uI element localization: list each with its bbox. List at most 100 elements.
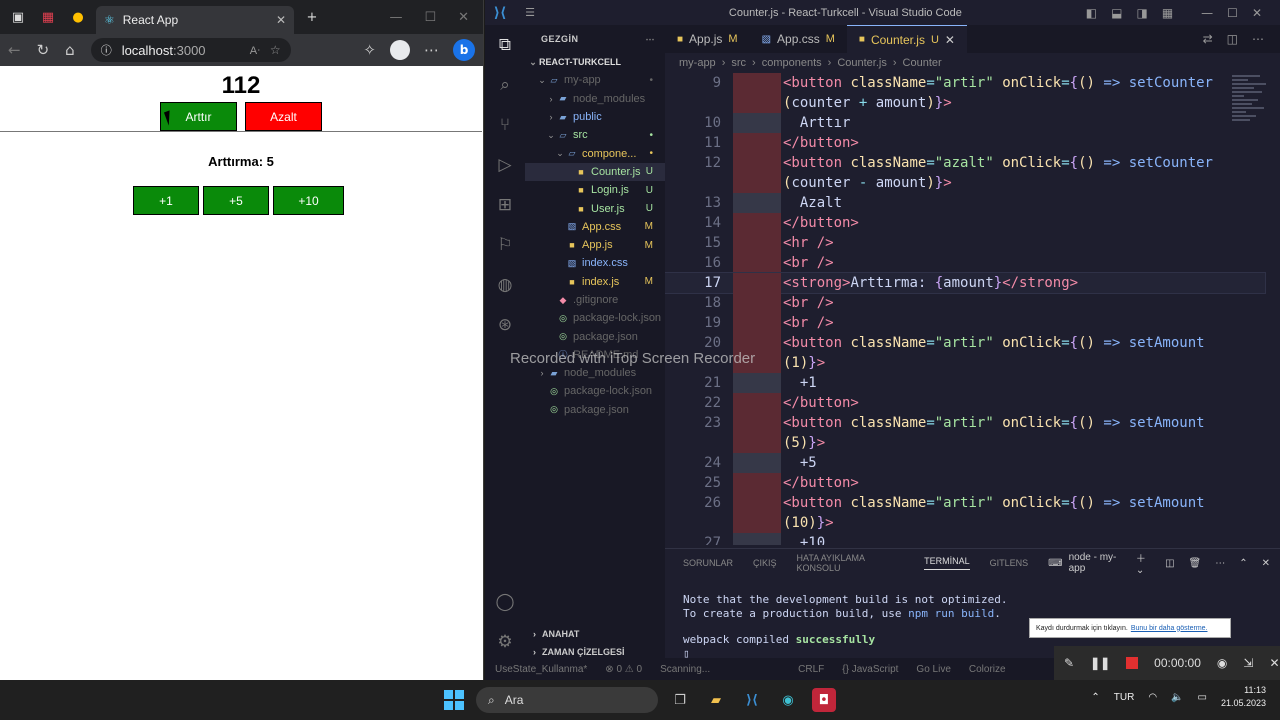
run-debug-icon[interactable]: ▷ — [485, 145, 525, 185]
source-control-icon[interactable]: ⑂ — [485, 105, 525, 145]
close-panel-icon[interactable]: ✕ — [1262, 558, 1270, 569]
status-item[interactable]: CRLF — [798, 664, 824, 675]
editor-tab[interactable]: ▧ App.css M — [750, 25, 847, 53]
workspace-root[interactable]: ⌄ REACT-TURKCELL — [525, 53, 665, 71]
address-bar[interactable]: ⓘ localhost:3000 Aᐧ ☆ — [90, 38, 291, 62]
toggle-sidebar-icon[interactable]: ◧ — [1086, 6, 1097, 20]
workspaces-icon[interactable]: ▦ — [36, 5, 60, 29]
recorder-taskbar-icon[interactable]: ◘ — [812, 688, 836, 712]
tree-item[interactable]: ▧ index.css — [525, 254, 665, 272]
tree-item[interactable]: ■ Login.js U — [525, 181, 665, 199]
close-window-icon[interactable]: ✕ — [1252, 6, 1262, 20]
clock[interactable]: 11:13 21.05.2023 — [1221, 684, 1266, 710]
status-item[interactable]: UseState_Kullanma* — [495, 664, 587, 675]
extensions-icon[interactable]: ✧ — [363, 41, 376, 59]
amount-10-button[interactable]: +10 — [273, 186, 344, 215]
tree-item[interactable]: ■ App.js M — [525, 236, 665, 254]
tree-item[interactable]: ▧ App.css M — [525, 218, 665, 236]
new-terminal-icon[interactable]: ＋⌄ — [1136, 550, 1151, 576]
status-item[interactable]: Scanning... — [660, 664, 710, 675]
info-icon[interactable]: ⓘ — [101, 42, 112, 58]
terminal-name[interactable]: node - my-app — [1069, 552, 1122, 574]
taskbar-search[interactable]: ⌕ Ara — [476, 687, 658, 713]
customize-layout-icon[interactable]: ▦ — [1162, 6, 1173, 20]
tree-item[interactable]: ⌄ ▱ compone... • — [525, 144, 665, 162]
wifi-icon[interactable]: ◠ — [1148, 692, 1157, 703]
minimize-icon[interactable]: — — [1201, 6, 1213, 20]
tree-item[interactable]: › ▰ node_modules — [525, 90, 665, 108]
vscode-taskbar-icon[interactable]: ⟩⟨ — [740, 688, 764, 712]
bookmarks-icon[interactable]: ⚐ — [485, 225, 525, 265]
tree-item[interactable]: › ▰ public — [525, 108, 665, 126]
tree-item[interactable]: ⌄ ▱ src • — [525, 126, 665, 144]
split-editor-icon[interactable]: ◫ — [1227, 32, 1238, 46]
panel-tab[interactable]: GITLENS — [990, 558, 1029, 568]
settings-gear-icon[interactable]: ⚙ — [485, 622, 525, 662]
turkcell-icon[interactable]: ● — [66, 5, 90, 29]
search-icon[interactable]: ⌕ — [485, 65, 525, 105]
dont-show-again-link[interactable]: Bunu bir daha gösterme. — [1131, 625, 1208, 632]
tree-item[interactable]: ◆ .gitignore — [525, 291, 665, 309]
panel-tab[interactable]: TERMİNAL — [924, 556, 970, 570]
toggle-panel-icon[interactable]: ⬓ — [1111, 6, 1122, 20]
trash-icon[interactable]: 🗑 — [1189, 558, 1202, 569]
bing-icon[interactable]: b — [453, 39, 475, 61]
breadcrumb-item[interactable]: Counter — [903, 57, 942, 69]
browser-tab-react-app[interactable]: ⚛ React App ✕ — [96, 6, 294, 34]
close-tab-icon[interactable]: ✕ — [276, 13, 286, 27]
extensions-icon[interactable]: ⊞ — [485, 185, 525, 225]
panel-tab[interactable]: ÇIKIŞ — [753, 558, 777, 568]
read-aloud-icon[interactable]: Aᐧ — [250, 44, 260, 57]
more-icon[interactable]: ⋯ — [1252, 32, 1264, 46]
pause-icon[interactable]: ❚❚ — [1090, 656, 1110, 670]
tree-item[interactable]: ■ index.js M — [525, 273, 665, 291]
favorites-add-icon[interactable]: ☆ — [270, 43, 281, 57]
close-window-icon[interactable]: ✕ — [458, 10, 469, 25]
amount-5-button[interactable]: +5 — [203, 186, 269, 215]
maximize-panel-icon[interactable]: ⌃ — [1239, 558, 1247, 569]
tree-item[interactable]: ⌄ ▱ my-app • — [525, 71, 665, 89]
tab-actions-icon[interactable]: ▣ — [6, 5, 30, 29]
code-editor[interactable]: 9 <button className="artir" onClick={() =… — [665, 73, 1280, 545]
tree-item[interactable]: ■ User.js U — [525, 199, 665, 217]
camera-icon[interactable]: ◉ — [1217, 656, 1227, 670]
menu-icon[interactable]: ☰ — [515, 6, 545, 19]
status-item[interactable]: {} JavaScript — [842, 664, 898, 675]
file-explorer-icon[interactable]: ▰ — [704, 688, 728, 712]
maximize-icon[interactable]: ☐ — [424, 10, 436, 25]
status-item[interactable]: Go Live — [916, 664, 950, 675]
pen-icon[interactable]: ✎ — [1064, 656, 1074, 670]
tree-item[interactable]: ■ Counter.js U — [525, 162, 665, 182]
more-icon[interactable]: ⋯ — [1215, 558, 1225, 569]
status-item[interactable]: Colorize — [969, 664, 1006, 675]
explorer-icon[interactable]: ⧉ — [485, 25, 525, 65]
minimize-icon[interactable]: — — [389, 10, 402, 25]
panel-tab[interactable]: SORUNLAR — [683, 558, 733, 568]
battery-icon[interactable]: ▭ — [1198, 692, 1207, 703]
more-icon[interactable]: ⋯ — [424, 41, 439, 59]
refresh-icon[interactable]: ↻ — [37, 41, 50, 59]
explorer-more-icon[interactable]: ⋯ — [646, 34, 666, 45]
volume-icon[interactable]: 🔈 — [1171, 692, 1183, 703]
editor-tab[interactable]: ■ App.js M — [665, 25, 750, 53]
decrement-button[interactable]: Azalt — [245, 102, 322, 131]
tray-overflow-icon[interactable]: ⌃ — [1091, 692, 1099, 703]
breadcrumb-item[interactable]: Counter.js — [837, 57, 887, 69]
back-icon[interactable]: ← — [8, 41, 21, 59]
panel-tab[interactable]: HATA AYIKLAMA KONSOLU — [797, 553, 905, 573]
tree-item[interactable]: ◎ package.json — [525, 327, 665, 345]
breadcrumb-item[interactable]: src — [731, 57, 746, 69]
amount-1-button[interactable]: +1 — [133, 186, 199, 215]
profile-avatar[interactable] — [390, 40, 410, 60]
language-indicator[interactable]: TUR — [1114, 692, 1135, 703]
close-recorder-icon[interactable]: ✕ — [1269, 656, 1279, 670]
outline-section[interactable]: › ANAHAT — [525, 625, 665, 643]
breadcrumb-item[interactable]: my-app — [679, 57, 716, 69]
breadcrumb-item[interactable]: components — [762, 57, 822, 69]
maximize-icon[interactable]: ☐ — [1227, 6, 1238, 20]
minimize-recorder-icon[interactable]: ⇲ — [1243, 656, 1253, 670]
tree-item[interactable]: ◎ package.json — [525, 401, 665, 419]
tree-item[interactable]: ◎ package-lock.json — [525, 382, 665, 400]
tree-item[interactable]: ◎ package-lock.json — [525, 309, 665, 327]
split-terminal-icon[interactable]: ◫ — [1165, 558, 1174, 569]
